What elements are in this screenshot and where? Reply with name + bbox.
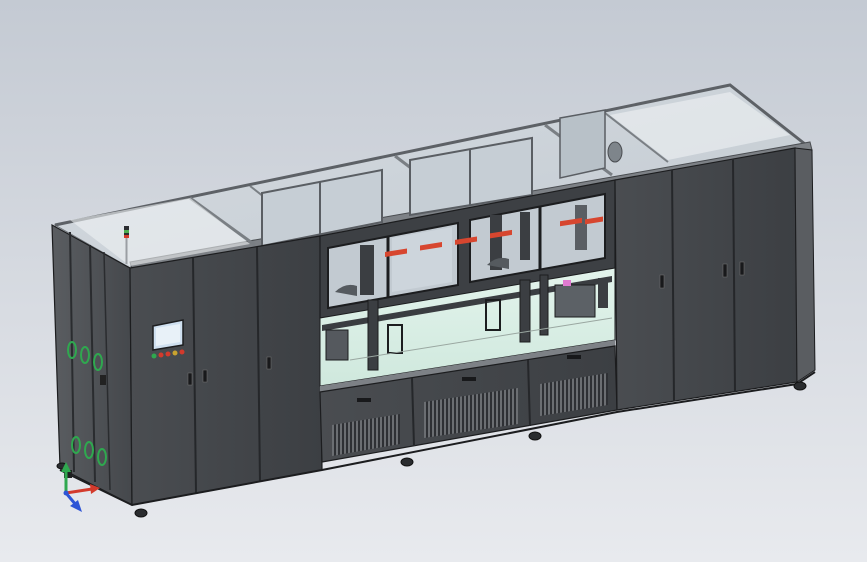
right-side-panel [794,147,816,383]
left-front-cabinet [129,235,323,506]
touch-screen-icon[interactable] [152,319,184,351]
cad-viewport[interactable] [0,0,867,562]
model-canvas[interactable] [0,0,867,562]
right-front-cabinet [614,147,798,411]
